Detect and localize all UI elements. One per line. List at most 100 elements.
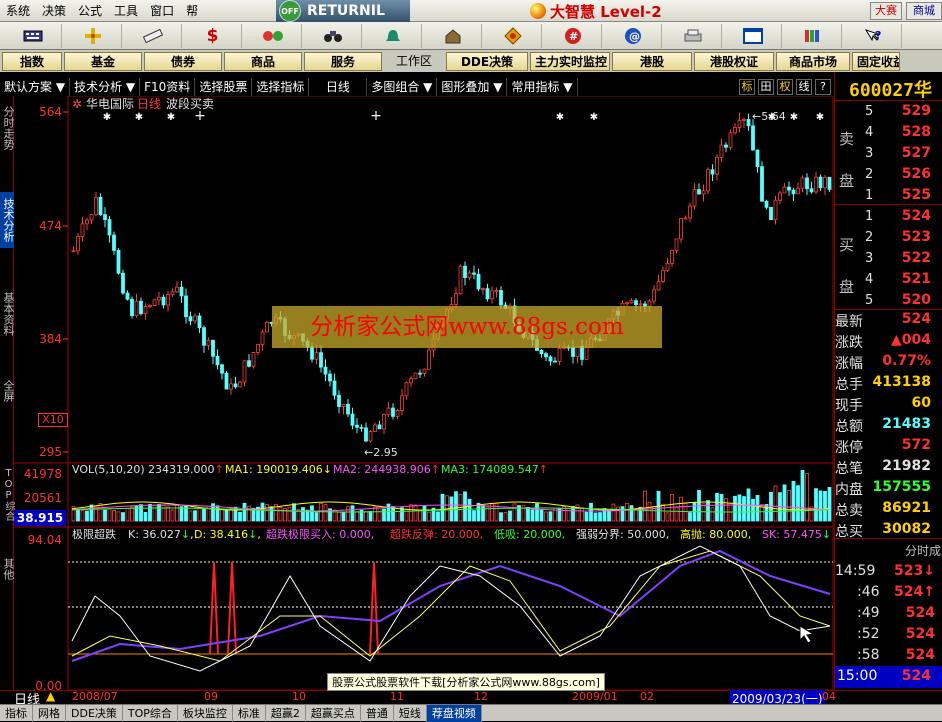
candle <box>688 205 692 219</box>
help-question-icon[interactable]: ? <box>815 79 831 95</box>
left-tab-bar: 分时走势 技术分析 基本资料 全屏 TOP综合 其他 <box>0 96 15 690</box>
house-icon[interactable] <box>424 23 482 48</box>
select-stock-menu[interactable]: 选择股票 <box>195 78 253 96</box>
tab-fundamental[interactable]: 基本资料 <box>0 286 15 342</box>
menu-system[interactable]: 系统 <box>0 0 36 22</box>
multi-chart-menu[interactable]: 多图组合 ▼ <box>367 78 438 96</box>
bottom-tab[interactable]: 普通 <box>361 704 394 722</box>
period-menu[interactable]: 日线 <box>309 78 368 96</box>
sell-order-row[interactable]: 5 529 <box>835 101 942 122</box>
hk-stock-button[interactable]: 港股 <box>612 51 692 71</box>
candle <box>157 296 161 301</box>
bell-icon[interactable] <box>364 23 422 48</box>
select-indicator-menu[interactable]: 选择指标 <box>252 78 310 96</box>
printer-icon[interactable] <box>664 23 722 48</box>
quote-label: 涨跌 <box>835 335 863 351</box>
menu-window[interactable]: 窗口 <box>144 0 180 22</box>
commodity-button[interactable]: 商品 <box>224 51 302 71</box>
bottom-tab[interactable]: 超赢买点 <box>306 704 361 722</box>
common-indicator-menu[interactable]: 常用指标 ▼ <box>507 78 578 96</box>
tournament-button[interactable]: 大赛 <box>870 2 902 20</box>
tab-technical[interactable]: 技术分析 <box>0 192 15 248</box>
candle <box>638 303 643 306</box>
tick-price: 523↓ <box>894 563 935 579</box>
default-scheme-menu[interactable]: 默认方案 ▼ <box>0 78 71 96</box>
ruler-icon[interactable] <box>124 23 182 48</box>
shield-icon[interactable]: # <box>544 23 602 48</box>
tab-fullscreen[interactable]: 全屏 <box>0 376 15 406</box>
commodity-market-button[interactable]: 商品市场 <box>776 51 850 71</box>
tab-top-combined[interactable]: TOP综合 <box>0 464 14 524</box>
window-icon[interactable] <box>724 23 782 48</box>
volume-bar <box>796 485 800 522</box>
volume-bar <box>548 511 553 522</box>
candle <box>314 352 319 360</box>
sell-order-row[interactable]: 1 525 <box>835 185 942 206</box>
period-arrow-icon[interactable]: ▲ <box>46 689 55 703</box>
signal-marker: ✱ <box>167 112 175 123</box>
buy-order-row[interactable]: 1 524 <box>835 206 942 227</box>
menu-help[interactable]: 帮 <box>180 0 204 22</box>
mark-icon[interactable]: 标 <box>739 79 755 95</box>
bottom-tab[interactable]: 短线 <box>394 704 427 722</box>
bottom-tab[interactable]: DDE决策 <box>66 704 123 722</box>
menu-bar: 系统 决策 公式 工具 窗口 帮 <box>0 0 942 22</box>
candle <box>787 186 791 191</box>
buy-order-row[interactable]: 2 523 <box>835 227 942 248</box>
crosshair-icon[interactable] <box>64 23 122 48</box>
keyboard-icon[interactable] <box>4 23 62 48</box>
tab-intraday[interactable]: 分时走势 <box>0 100 15 156</box>
returnil-widget[interactable]: OFF RETURNIL <box>276 0 410 22</box>
fixed-income-button[interactable]: 固定收益 <box>852 51 900 71</box>
grid-icon[interactable]: 田 <box>758 79 774 95</box>
volume-bar <box>769 491 773 522</box>
tab-other[interactable]: 其他 <box>0 554 15 584</box>
sell-order-row[interactable]: 2 526 <box>835 164 942 185</box>
technical-analysis-menu[interactable]: 技术分析 ▼ <box>70 78 141 96</box>
signal-marker: + <box>370 108 382 124</box>
volume-bar <box>818 490 823 522</box>
bottom-tab[interactable]: 网格 <box>33 704 66 722</box>
bottom-tab[interactable]: 标准 <box>233 704 266 722</box>
bottom-tab[interactable]: 指标 <box>0 704 33 722</box>
menu-decision[interactable]: 决策 <box>36 0 72 22</box>
dollar-icon[interactable]: $ <box>184 23 242 48</box>
bottom-tab[interactable]: 荐盘视频 <box>426 704 482 722</box>
buy-order-row[interactable]: 4 521 <box>835 269 942 290</box>
bottom-tab[interactable]: TOP综合 <box>123 704 178 722</box>
volume-bar <box>715 492 719 522</box>
help-icon[interactable]: ? <box>844 23 902 48</box>
f10-menu[interactable]: F10资料 <box>140 78 196 96</box>
sell-order-row[interactable]: 3 527 <box>835 143 942 164</box>
books-icon[interactable] <box>784 23 842 48</box>
mall-button[interactable]: 商城 <box>906 2 942 20</box>
order-level: 3 <box>865 146 874 161</box>
volume-bar <box>301 507 305 522</box>
overlay-menu[interactable]: 图形叠加 ▼ <box>437 78 508 96</box>
buy-order-row[interactable]: 5 520 <box>835 290 942 311</box>
candle <box>125 292 130 300</box>
quote-value: 21483 <box>882 416 931 432</box>
dde-decision-button[interactable]: DDE决策 <box>446 51 528 71</box>
diamond-icon[interactable] <box>484 23 542 48</box>
volume-bar <box>751 498 755 522</box>
chart-area[interactable]: ✲ 华电国际 日线 波段买卖 564474384295 ✱ ✱ ✱ + + ✱ ✱ ✱ ✱ ✱ ←… <box>0 96 834 690</box>
menu-formula[interactable]: 公式 <box>72 0 108 22</box>
bottom-tab[interactable]: 超赢2 <box>266 704 306 722</box>
buy-order-row[interactable]: 3 522 <box>835 248 942 269</box>
line-icon[interactable]: 线 <box>796 79 812 95</box>
coins-icon[interactable] <box>244 23 302 48</box>
disc-icon[interactable]: @ <box>604 23 662 48</box>
sell-order-row[interactable]: 4 528 <box>835 122 942 143</box>
menu-tools[interactable]: 工具 <box>108 0 144 22</box>
main-force-monitor-button[interactable]: 主力实时监控 <box>530 51 610 71</box>
service-button[interactable]: 服务 <box>304 51 382 71</box>
hk-warrant-button[interactable]: 港股权证 <box>694 51 774 71</box>
index-button[interactable]: 指数 <box>2 51 62 71</box>
ad-banner[interactable]: 股票公式股票软件下载[分析家公式网www.88gs.com] <box>327 673 605 691</box>
rights-icon[interactable]: 权 <box>777 79 793 95</box>
bond-button[interactable]: 债券 <box>144 51 222 71</box>
fund-button[interactable]: 基金 <box>64 51 142 71</box>
binoculars-icon[interactable] <box>304 23 362 48</box>
bottom-tab[interactable]: 板块监控 <box>178 704 233 722</box>
